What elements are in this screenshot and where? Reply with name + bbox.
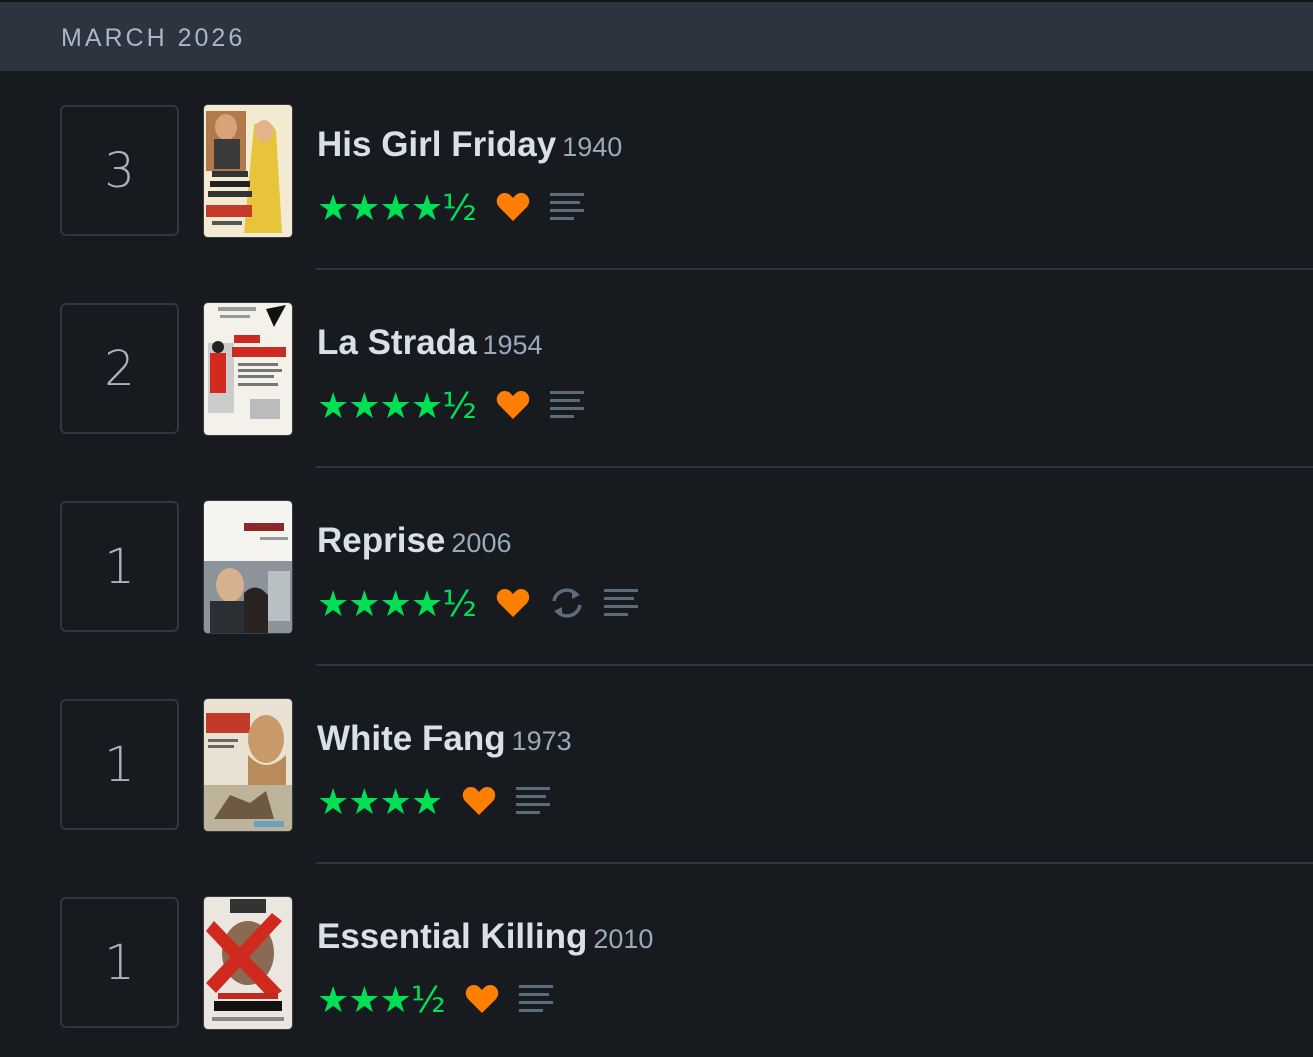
heart-icon <box>496 588 530 623</box>
day-box[interactable]: 1 <box>60 699 179 830</box>
rewatch-icon <box>550 585 584 626</box>
film-year[interactable]: 1973 <box>512 726 572 756</box>
review-icon[interactable] <box>518 983 553 1020</box>
film-title[interactable]: Reprise <box>317 521 445 560</box>
film-title[interactable]: His Girl Friday <box>317 125 556 164</box>
month-header: MARCH 2026 <box>0 0 1313 71</box>
meta-line: ★★★★½ <box>317 387 584 427</box>
meta-line: ★★★★½ <box>317 585 638 625</box>
film-poster[interactable] <box>204 699 292 831</box>
film-poster[interactable] <box>204 501 292 633</box>
film-year[interactable]: 2006 <box>451 528 511 558</box>
film-year[interactable]: 1940 <box>562 132 622 162</box>
review-icon[interactable] <box>550 191 584 228</box>
heart-icon <box>496 192 530 227</box>
diary-entry[interactable]: 3 His Girl Friday 1940 ★★★★½ <box>0 71 1313 270</box>
title-line: Reprise 2006 <box>317 521 511 561</box>
title-line: White Fang 1973 <box>317 719 572 759</box>
review-icon[interactable] <box>516 785 551 822</box>
star-rating: ★★★★½ <box>317 188 477 229</box>
film-year[interactable]: 2010 <box>593 924 653 954</box>
diary-entry[interactable]: 1 Essential Killing 2010 ★★★½ <box>0 863 1313 1057</box>
month-label: MARCH 2026 <box>61 24 246 52</box>
review-icon[interactable] <box>550 389 584 426</box>
day-box[interactable]: 3 <box>60 105 179 236</box>
meta-line: ★★★★ <box>317 782 551 823</box>
heart-icon <box>462 786 496 821</box>
meta-line: ★★★½ <box>317 981 553 1021</box>
title-line: Essential Killing 2010 <box>317 917 653 957</box>
diary-entry[interactable]: 1 White Fang 1973 ★★★★ <box>0 665 1313 864</box>
film-title[interactable]: Essential Killing <box>317 917 587 956</box>
star-rating: ★★★½ <box>317 980 446 1021</box>
film-title[interactable]: La Strada <box>317 323 477 362</box>
day-box[interactable]: 1 <box>60 501 179 632</box>
film-year[interactable]: 1954 <box>483 330 543 360</box>
heart-icon <box>496 390 530 425</box>
diary-entry[interactable]: 1 Reprise 2006 ★★★★½ <box>0 467 1313 666</box>
heart-icon <box>465 984 499 1019</box>
film-poster[interactable] <box>204 105 292 237</box>
film-poster[interactable] <box>204 897 292 1029</box>
star-rating: ★★★★½ <box>317 386 477 427</box>
title-line: His Girl Friday 1940 <box>317 125 622 165</box>
film-title[interactable]: White Fang <box>317 719 506 758</box>
star-rating: ★★★★ <box>317 782 443 823</box>
meta-line: ★★★★½ <box>317 189 584 229</box>
day-box[interactable]: 2 <box>60 303 179 434</box>
diary-page: MARCH 2026 3 His Girl Friday 1940 ★★★★½ … <box>0 0 1313 1057</box>
film-poster[interactable] <box>204 303 292 435</box>
diary-entry[interactable]: 2 La Strada 1954 ★★★★½ <box>0 269 1313 468</box>
day-box[interactable]: 1 <box>60 897 179 1028</box>
star-rating: ★★★★½ <box>317 584 477 625</box>
title-line: La Strada 1954 <box>317 323 543 363</box>
review-icon[interactable] <box>604 587 638 624</box>
